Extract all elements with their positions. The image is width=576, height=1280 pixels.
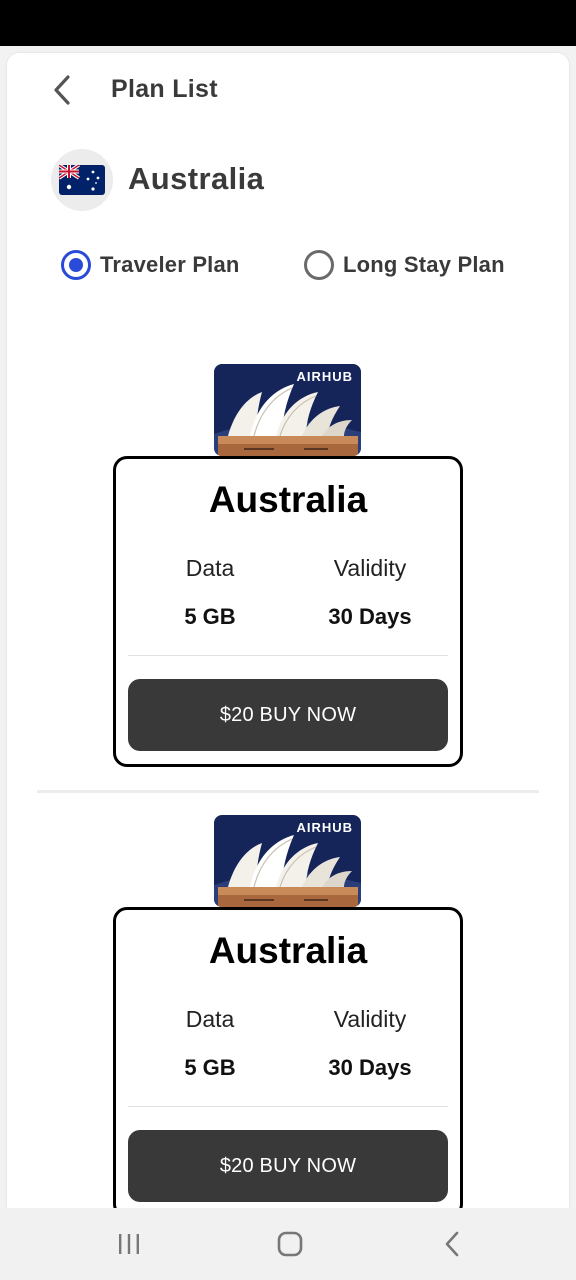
long-stay-plan-label: Long Stay Plan [343, 252, 505, 277]
sim-brand-label: AIRHUB [296, 369, 353, 384]
sim-card-image: AIRHUB [214, 364, 361, 456]
home-icon [277, 1231, 303, 1257]
validity-spec: Validity 30 Days [290, 555, 450, 630]
validity-spec: Validity 30 Days [290, 1006, 450, 1081]
header: Plan List [7, 53, 569, 133]
traveler-plan-option[interactable]: Traveler Plan [61, 245, 240, 285]
country-name: Australia [128, 161, 265, 196]
long-stay-plan-radio[interactable] [304, 250, 334, 280]
plan-card: Australia Data 5 GB Validity 30 Days $20… [113, 456, 463, 767]
status-bar [0, 0, 576, 46]
plan-list-sheet: Plan List Australia Traveler Plan Long S… [7, 53, 569, 1208]
plan-title: Australia [208, 479, 368, 520]
page-title: Plan List [111, 75, 218, 103]
card-divider [128, 1106, 448, 1107]
recents-button[interactable] [109, 1224, 149, 1264]
australia-flag-icon [59, 165, 105, 195]
validity-value: 30 Days [328, 1055, 412, 1080]
validity-label: Validity [333, 1006, 407, 1032]
validity-value: 30 Days [328, 604, 412, 629]
plan-item: AIRHUB Australia Data 5 GB Validity 30 D… [7, 364, 569, 794]
data-spec: Data 5 GB [130, 1006, 290, 1081]
data-label: Data [185, 555, 235, 581]
recents-icon [119, 1234, 139, 1254]
traveler-plan-label: Traveler Plan [100, 252, 240, 277]
home-button[interactable] [270, 1224, 310, 1264]
back-icon [445, 1231, 459, 1257]
flag-avatar [51, 149, 113, 211]
card-divider [128, 655, 448, 656]
data-value: 5 GB [184, 604, 236, 629]
long-stay-plan-option[interactable]: Long Stay Plan [304, 245, 505, 285]
country-row: Australia [7, 143, 569, 211]
traveler-plan-radio[interactable] [61, 250, 91, 280]
screen: Plan List Australia Traveler Plan Long S… [0, 46, 576, 1208]
plan-item: AIRHUB Australia Data 5 GB Validity 30 D… [7, 815, 569, 1208]
sim-card-image: AIRHUB [214, 815, 361, 907]
back-button[interactable] [45, 73, 79, 107]
buy-now-button[interactable]: $20 BUY NOW [128, 1130, 448, 1202]
plan-type-selector: Traveler Plan Long Stay Plan [7, 245, 569, 285]
system-nav-bar [0, 1208, 576, 1280]
plan-card: Australia Data 5 GB Validity 30 Days $20… [113, 907, 463, 1208]
data-spec: Data 5 GB [130, 555, 290, 630]
sim-brand-label: AIRHUB [296, 820, 353, 835]
system-back-button[interactable] [432, 1224, 472, 1264]
data-value: 5 GB [184, 1055, 236, 1080]
data-label: Data [185, 1006, 235, 1032]
chevron-left-icon [54, 75, 70, 105]
validity-label: Validity [333, 555, 407, 581]
list-divider [37, 790, 539, 793]
plan-title: Australia [208, 930, 368, 971]
buy-now-button[interactable]: $20 BUY NOW [128, 679, 448, 751]
